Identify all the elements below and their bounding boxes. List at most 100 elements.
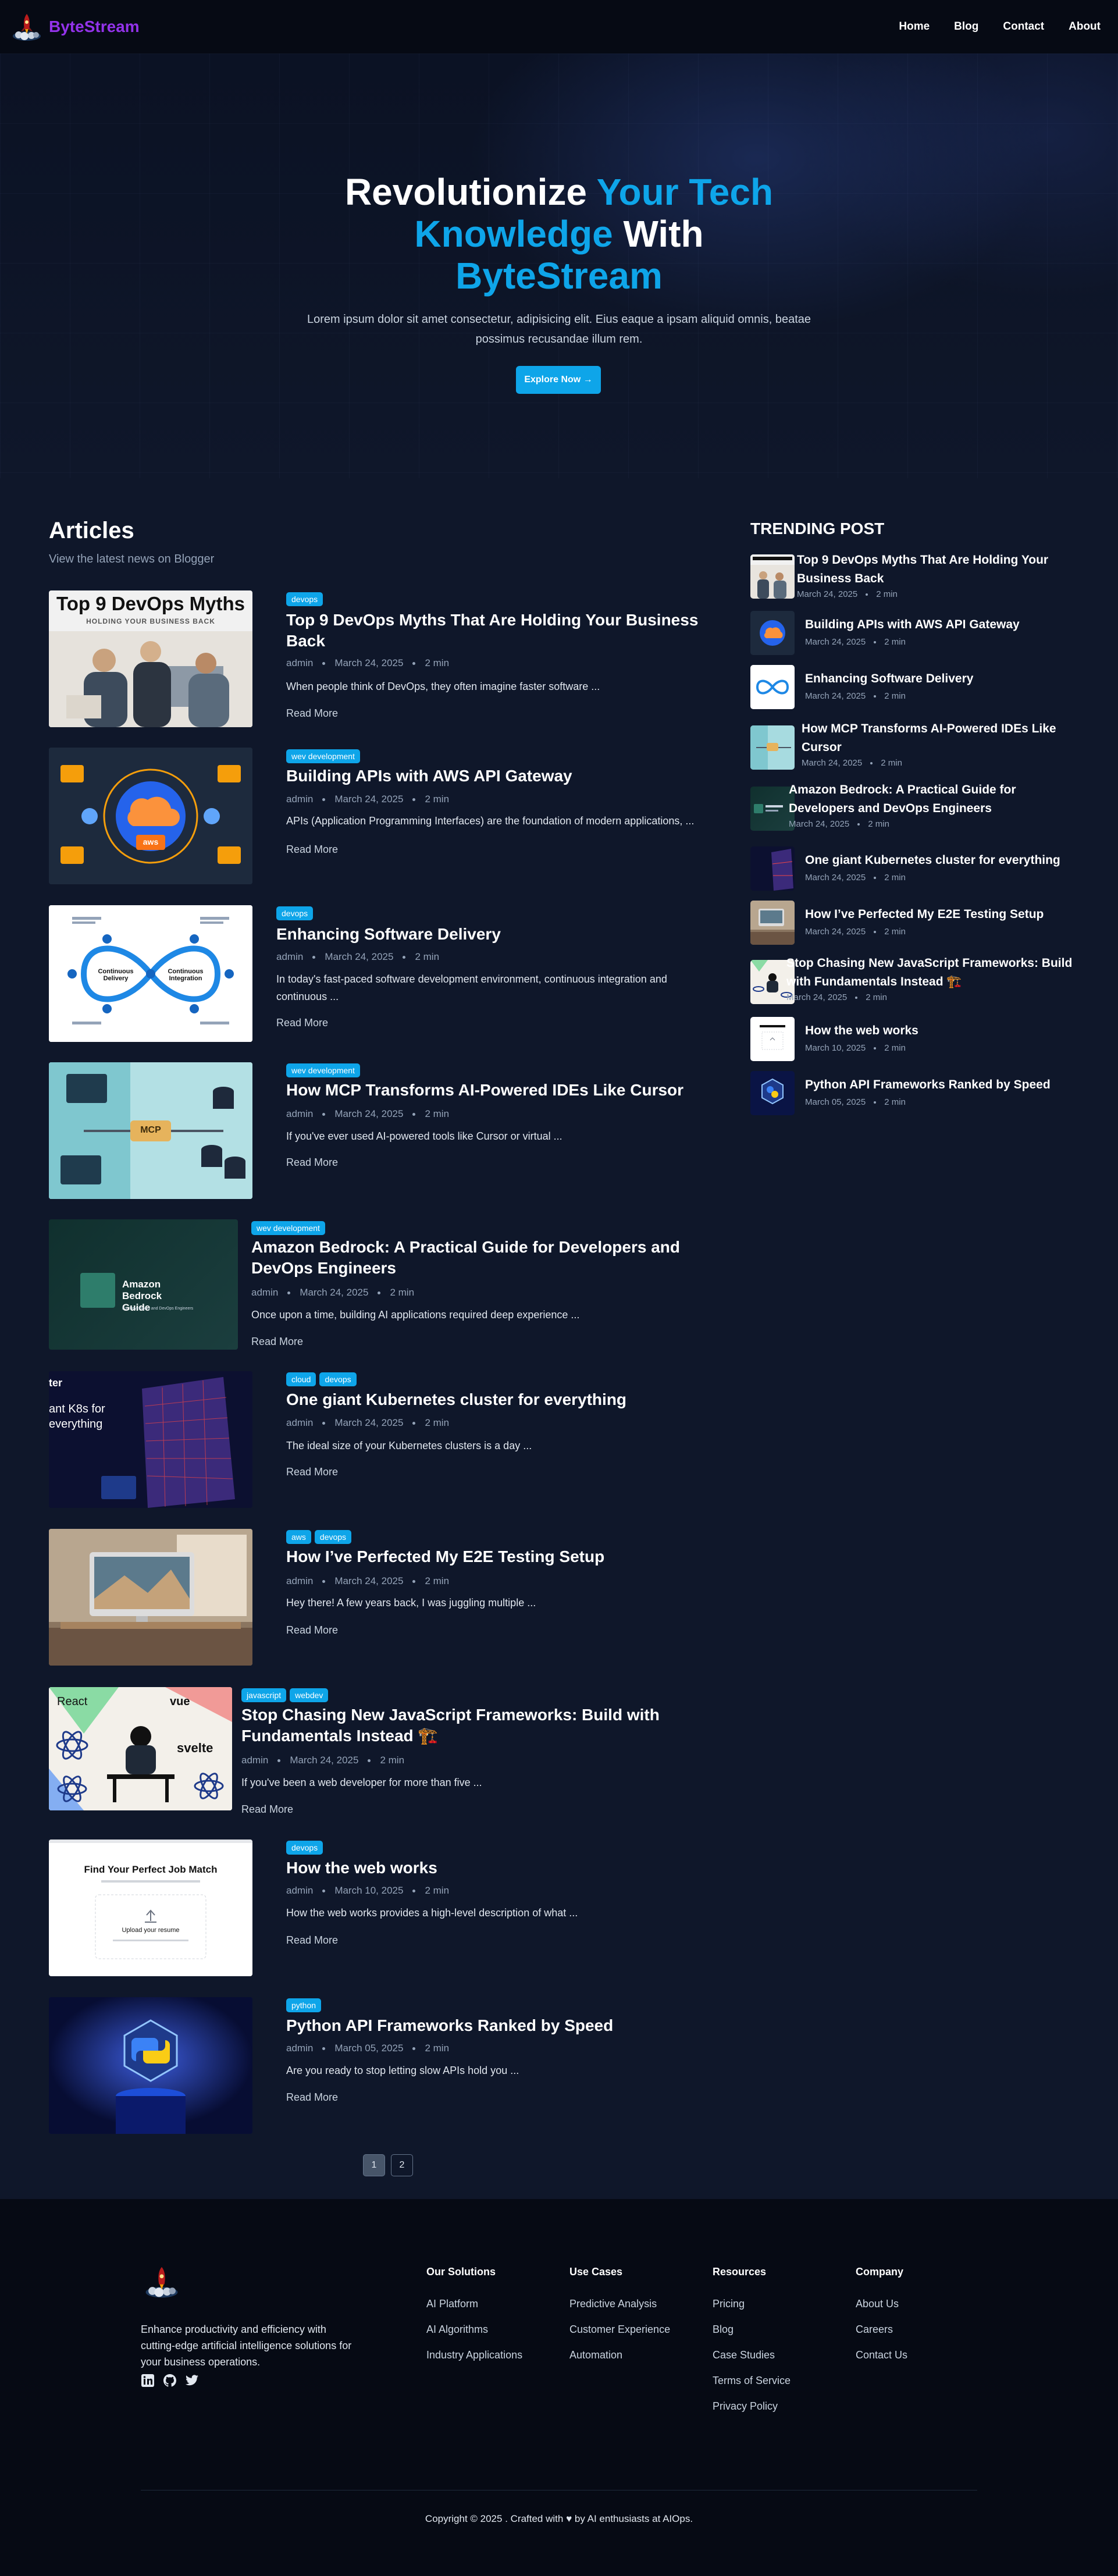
trending-meta: March 24, 2025 2 min	[805, 637, 906, 647]
post-title[interactable]: Building APIs with AWS API Gateway	[286, 766, 717, 787]
tag-badge[interactable]: python	[286, 1998, 322, 2012]
trending-item[interactable]: Python API Frameworks Ranked by Speed Ma…	[750, 1071, 1076, 1118]
trending-item[interactable]: Building APIs with AWS API Gateway March…	[750, 611, 1076, 657]
read-more-link[interactable]: Read More	[286, 1624, 338, 1636]
post-thumbnail[interactable]: Top 9 DevOps Myths HOLDING YOUR BUSINESS…	[49, 590, 252, 727]
footer-link[interactable]: Careers	[856, 2324, 907, 2336]
tag-badge[interactable]: devops	[314, 1530, 352, 1544]
brand[interactable]: ByteStream	[10, 10, 140, 43]
nav-about-link[interactable]: About	[1069, 20, 1101, 33]
github-icon[interactable]	[163, 2374, 177, 2388]
post-title[interactable]: Enhancing Software Delivery	[276, 924, 718, 945]
footer-link[interactable]: Privacy Policy	[713, 2400, 791, 2413]
nav-blog-link[interactable]: Blog	[954, 20, 978, 33]
trending-title[interactable]: Top 9 DevOps Myths That Are Holding Your…	[797, 551, 1064, 588]
read-more-link[interactable]: Read More	[276, 1017, 328, 1029]
trending-meta: March 24, 2025 2 min	[797, 589, 898, 599]
trending-item[interactable]: How MCP Transforms AI-Powered IDEs Like …	[750, 720, 1076, 772]
read-more-link[interactable]: Read More	[251, 1336, 303, 1348]
linkedin-icon[interactable]	[141, 2374, 155, 2388]
trending-title[interactable]: Building APIs with AWS API Gateway	[805, 615, 1067, 634]
footer-link[interactable]: Terms of Service	[713, 2375, 791, 2387]
read-more-link[interactable]: Read More	[286, 1466, 338, 1478]
page-button-1[interactable]: 1	[363, 2154, 385, 2176]
tag-badge[interactable]: webdev	[290, 1688, 329, 1702]
trending-item[interactable]: Enhancing Software Delivery March 24, 20…	[750, 665, 1076, 711]
post-title[interactable]: One giant Kubernetes cluster for everyth…	[286, 1389, 717, 1410]
tag-badge[interactable]: wev development	[286, 1063, 360, 1077]
post-thumbnail[interactable]: Amazon Bedrock Guide For Developers and …	[49, 1219, 238, 1350]
post-thumbnail[interactable]: aws	[49, 748, 252, 884]
read-more-link[interactable]: Read More	[286, 1157, 338, 1169]
trending-item[interactable]: One giant Kubernetes cluster for everyth…	[750, 846, 1076, 893]
trending-title[interactable]: Python API Frameworks Ranked by Speed	[805, 1076, 1067, 1094]
twitter-icon[interactable]	[185, 2374, 199, 2388]
footer-link[interactable]: Automation	[569, 2349, 670, 2361]
trending-title[interactable]: Enhancing Software Delivery	[805, 670, 1067, 688]
nav-contact-link[interactable]: Contact	[1003, 20, 1044, 33]
tag-badge[interactable]: devops	[286, 1841, 323, 1855]
trending-title[interactable]: One giant Kubernetes cluster for everyth…	[805, 851, 1067, 870]
read-more-link[interactable]: Read More	[286, 707, 338, 720]
footer-column-title: Resources	[713, 2266, 767, 2278]
post-title[interactable]: Python API Frameworks Ranked by Speed	[286, 2015, 717, 2036]
trending-title[interactable]: How the web works	[805, 1022, 1067, 1040]
trending-item[interactable]: Amazon Bedrock: A Practical Guide for De…	[750, 781, 1076, 833]
rocket-logo-icon[interactable]	[143, 2263, 180, 2300]
footer-link[interactable]: Blog	[713, 2324, 791, 2336]
post-title[interactable]: How the web works	[286, 1858, 717, 1878]
footer-link[interactable]: Contact Us	[856, 2349, 907, 2361]
post-title[interactable]: How I’ve Perfected My E2E Testing Setup	[286, 1546, 717, 1567]
post-thumbnail[interactable]: Continuous Delivery Continuous Integrati…	[49, 905, 252, 1042]
tag-badge[interactable]: javascript	[241, 1688, 287, 1702]
trending-item[interactable]: How I’ve Perfected My E2E Testing Setup …	[750, 901, 1076, 947]
footer-link[interactable]: Industry Applications	[426, 2349, 522, 2361]
trending-meta: March 10, 2025 2 min	[805, 1043, 906, 1053]
trending-title[interactable]: Amazon Bedrock: A Practical Guide for De…	[789, 781, 1076, 818]
trending-title[interactable]: Stop Chasing New JavaScript Frameworks: …	[786, 954, 1077, 991]
footer-link[interactable]: AI Platform	[426, 2298, 522, 2310]
post-thumbnail[interactable]: ter ant K8s for everything	[49, 1371, 252, 1508]
post-title[interactable]: How MCP Transforms AI-Powered IDEs Like …	[286, 1080, 717, 1101]
page-button-2[interactable]: 2	[391, 2154, 413, 2176]
read-more-link[interactable]: Read More	[286, 1934, 338, 1947]
explore-now-button[interactable]: Explore Now →	[516, 366, 601, 394]
tag-badge[interactable]: devops	[286, 592, 323, 606]
trending-title[interactable]: How MCP Transforms AI-Powered IDEs Like …	[802, 720, 1063, 757]
post-tags: aws devops	[286, 1530, 352, 1544]
post-thumbnail[interactable]	[49, 1529, 252, 1666]
tag-badge[interactable]: cloud	[286, 1372, 316, 1386]
post-thumbnail[interactable]: React vue svelte	[49, 1687, 232, 1810]
footer-link[interactable]: Customer Experience	[569, 2324, 670, 2336]
post-title[interactable]: Stop Chasing New JavaScript Frameworks: …	[241, 1705, 713, 1746]
tag-badge[interactable]: wev development	[251, 1221, 325, 1235]
trending-meta: March 24, 2025 2 min	[805, 927, 906, 937]
footer-link[interactable]: Pricing	[713, 2298, 791, 2310]
footer-link[interactable]: AI Algorithms	[426, 2324, 522, 2336]
post-title[interactable]: Top 9 DevOps Myths That Are Holding Your…	[286, 610, 717, 652]
tag-badge[interactable]: wev development	[286, 749, 360, 763]
trending-item[interactable]: How the web works March 10, 2025 2 min	[750, 1017, 1076, 1063]
post-title[interactable]: Amazon Bedrock: A Practical Guide for De…	[251, 1237, 711, 1279]
footer-link[interactable]: Predictive Analysis	[569, 2298, 670, 2310]
trending-item[interactable]: Top 9 DevOps Myths That Are Holding Your…	[750, 551, 1076, 603]
tag-badge[interactable]: devops	[276, 906, 314, 920]
trending-title[interactable]: How I’ve Perfected My E2E Testing Setup	[805, 905, 1067, 924]
read-more-link[interactable]: Read More	[286, 844, 338, 856]
footer-link[interactable]: Case Studies	[713, 2349, 791, 2361]
post-tags: wev development	[251, 1221, 325, 1235]
post-thumbnail[interactable]	[49, 1997, 252, 2134]
footer-link[interactable]: About Us	[856, 2298, 907, 2310]
trending-meta: March 24, 2025 2 min	[789, 819, 889, 829]
post-thumbnail[interactable]: MCP	[49, 1062, 252, 1199]
tag-badge[interactable]: aws	[286, 1530, 311, 1544]
post-thumbnail[interactable]: Find Your Perfect Job Match Upload your …	[49, 1840, 252, 1976]
read-more-link[interactable]: Read More	[241, 1803, 293, 1816]
post-meta: admin March 24, 2025 2 min	[286, 657, 450, 668]
trending-item[interactable]: Stop Chasing New JavaScript Frameworks: …	[750, 954, 1076, 1006]
tag-badge[interactable]: devops	[319, 1372, 357, 1386]
post-tags: devops	[276, 906, 314, 920]
footer-column-company: Company About Us Careers Contact Us	[856, 2266, 907, 2375]
read-more-link[interactable]: Read More	[286, 2091, 338, 2104]
nav-home-link[interactable]: Home	[899, 20, 930, 33]
